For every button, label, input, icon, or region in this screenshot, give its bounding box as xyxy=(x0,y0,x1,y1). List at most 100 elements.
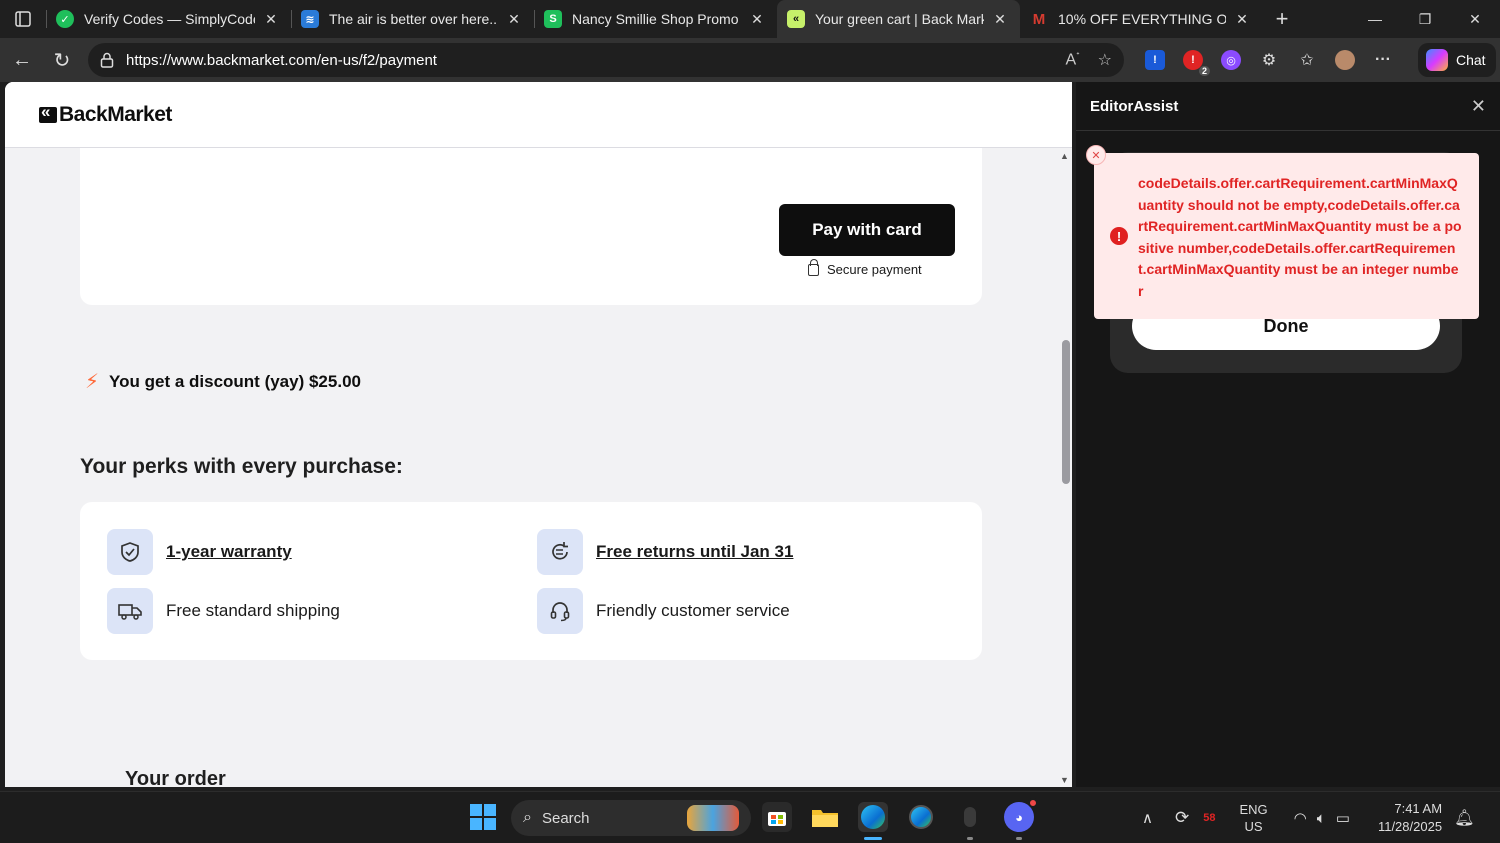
toast-dismiss-icon[interactable]: ✕ xyxy=(1086,145,1106,165)
tab-close-icon[interactable]: ✕ xyxy=(261,11,281,28)
pay-with-card-button[interactable]: Pay with card xyxy=(779,204,955,256)
favorites-icon[interactable]: ✩ xyxy=(1297,50,1317,70)
microsoft-store-icon[interactable] xyxy=(762,802,792,832)
extensions-area: ! ! 2 ◎ ⚙ ✩ ··· xyxy=(1136,38,1402,82)
mouse-app-icon[interactable] xyxy=(955,802,985,832)
start-button[interactable] xyxy=(468,802,498,832)
perk-shipping: Free standard shipping xyxy=(107,588,340,634)
edge-logo xyxy=(861,805,885,829)
clock-time: 7:41 AM xyxy=(1394,801,1443,816)
backmarket-logo[interactable]: BackMarket xyxy=(39,102,172,127)
scroll-up-arrow-icon[interactable]: ▲ xyxy=(1060,151,1069,161)
lightning-bolt-icon: ⚡ xyxy=(85,371,100,393)
clock-date: 11/28/2025 xyxy=(1377,819,1443,834)
running-app-indicator xyxy=(1016,837,1022,840)
return-arrow-icon xyxy=(537,529,583,575)
edge-browser-icon[interactable] xyxy=(858,802,888,832)
tab-strip: ✓ Verify Codes — SimplyCodes ✕ ≋ The air… xyxy=(0,0,1500,38)
windows-taskbar: ⌕ Search ◕ ∧ ⟳ 58 ENG US ◠ 🔈︎ ▭ 7:41 AM … xyxy=(0,791,1500,843)
tab-gmail[interactable]: M 10% OFF EVERYTHING ONLIN ✕ xyxy=(1020,0,1262,38)
backmarket-logo-icon xyxy=(39,102,57,123)
tab-actions-icon xyxy=(15,11,31,27)
tab-air-better[interactable]: ≋ The air is better over here... ✕ xyxy=(291,0,534,38)
site-header: BackMarket xyxy=(5,82,1072,148)
language-indicator[interactable]: ENG US xyxy=(1239,801,1267,835)
shop-favicon-icon: S xyxy=(544,10,562,28)
lang-top: ENG xyxy=(1239,802,1268,817)
address-bar[interactable]: https://www.backmarket.com/en-us/f2/paym… xyxy=(88,43,1124,77)
wifi-icon[interactable]: ◠ xyxy=(1294,809,1307,827)
discount-banner: ⚡ You get a discount (yay) $25.00 xyxy=(85,369,361,394)
show-hidden-icons-chevron-icon[interactable]: ∧ xyxy=(1142,809,1153,827)
tab-close-icon[interactable]: ✕ xyxy=(990,11,1010,28)
payment-card: Pay with card Secure payment xyxy=(80,148,982,305)
lock-icon xyxy=(808,258,819,276)
window-close-icon[interactable]: ✕ xyxy=(1450,11,1500,28)
page-scrollbar[interactable]: ▲ ▼ xyxy=(1059,148,1072,787)
lang-bottom: US xyxy=(1244,819,1263,834)
read-aloud-icon[interactable]: Aᐩ xyxy=(1065,50,1079,70)
tab-close-icon[interactable]: ✕ xyxy=(747,11,767,28)
back-arrow-icon[interactable]: ← xyxy=(2,49,42,72)
chat-label: Chat xyxy=(1456,52,1486,68)
file-explorer-icon[interactable] xyxy=(810,802,840,832)
volume-icon[interactable]: 🔈︎ xyxy=(1317,810,1326,827)
perk-returns[interactable]: Free returns until Jan 31 xyxy=(537,529,793,575)
site-info-lock-icon[interactable] xyxy=(100,52,114,68)
perk-customer-service: Friendly customer service xyxy=(537,588,790,634)
browser-toolbar: ← ↻ https://www.backmarket.com/en-us/f2/… xyxy=(0,38,1500,82)
tray-badge[interactable]: 58 xyxy=(1203,812,1215,824)
scrollbar-thumb[interactable] xyxy=(1062,340,1070,484)
search-label: Search xyxy=(541,809,590,827)
clock[interactable]: 7:41 AM 11/28/2025 xyxy=(1378,800,1442,836)
tab-actions-button[interactable] xyxy=(0,0,46,38)
sync-icon[interactable]: ⟳ xyxy=(1175,808,1189,828)
discount-text: You get a discount (yay) $25.00 xyxy=(109,371,361,391)
discord-glyph: ◕ xyxy=(1015,809,1023,825)
new-tab-button[interactable]: + xyxy=(1262,6,1302,32)
copilot-chat-button[interactable]: Chat xyxy=(1418,43,1496,77)
tab-title: Your green cart | Back Market xyxy=(815,11,984,27)
perk-shipping-text: Free standard shipping xyxy=(166,601,340,620)
tab-close-icon[interactable]: ✕ xyxy=(504,11,524,28)
profile-avatar[interactable] xyxy=(1335,50,1355,70)
sidepanel-title: EditorAssist xyxy=(1090,97,1179,115)
sidepanel-close-icon[interactable]: ✕ xyxy=(1471,96,1486,117)
more-menu-icon[interactable]: ··· xyxy=(1373,50,1393,70)
simplycodes-favicon-icon: ✓ xyxy=(56,10,74,28)
tab-nancy-smillie[interactable]: S Nancy Smillie Shop Promo Co ✕ xyxy=(534,0,777,38)
favorite-star-icon[interactable]: ☆ xyxy=(1098,50,1112,70)
refresh-icon[interactable]: ↻ xyxy=(42,48,82,73)
url-text[interactable]: https://www.backmarket.com/en-us/f2/paym… xyxy=(126,52,437,69)
plus-icon: + xyxy=(1275,6,1289,31)
active-app-indicator xyxy=(864,837,882,840)
shield-check-icon xyxy=(107,529,153,575)
purple-extension-icon[interactable]: ◎ xyxy=(1221,50,1241,70)
tab-simplycodes[interactable]: ✓ Verify Codes — SimplyCodes ✕ xyxy=(46,0,291,38)
search-icon: ⌕ xyxy=(523,809,532,826)
scroll-down-arrow-icon[interactable]: ▼ xyxy=(1060,775,1069,785)
edge-beta-icon[interactable] xyxy=(906,802,936,832)
logo-text: BackMarket xyxy=(59,103,172,126)
notification-bell-icon[interactable]: 🔔︎ xyxy=(1454,808,1474,828)
battery-icon[interactable]: ▭ xyxy=(1336,809,1350,827)
perk-warranty[interactable]: 1-year warranty xyxy=(107,529,292,575)
perk-returns-link[interactable]: Free returns until Jan 31 xyxy=(596,542,793,562)
discord-icon[interactable]: ◕ xyxy=(1004,798,1038,832)
secure-payment-note: Secure payment xyxy=(808,258,922,277)
gmail-favicon-icon: M xyxy=(1032,10,1046,28)
window-controls: — ❐ ✕ xyxy=(1350,11,1500,28)
tab-close-icon[interactable]: ✕ xyxy=(1232,11,1252,28)
shield-extension-icon[interactable]: ! xyxy=(1145,50,1165,70)
tab-backmarket[interactable]: « Your green cart | Back Market ✕ xyxy=(777,0,1020,38)
editorassist-sidepanel: EditorAssist ✕ Done ✕ ! codeDetails.offe… xyxy=(1076,82,1500,787)
alert-extension-icon[interactable]: ! 2 xyxy=(1183,50,1210,76)
tab-title: 10% OFF EVERYTHING ONLIN xyxy=(1058,11,1226,27)
taskbar-search[interactable]: ⌕ Search xyxy=(511,800,751,836)
perk-warranty-link[interactable]: 1-year warranty xyxy=(166,542,292,562)
windows-logo-icon xyxy=(470,804,496,830)
minimize-icon[interactable]: — xyxy=(1350,11,1400,28)
restore-icon[interactable]: ❐ xyxy=(1400,11,1450,28)
puzzle-extensions-icon[interactable]: ⚙ xyxy=(1259,50,1279,70)
edge-beta-logo xyxy=(909,805,933,829)
